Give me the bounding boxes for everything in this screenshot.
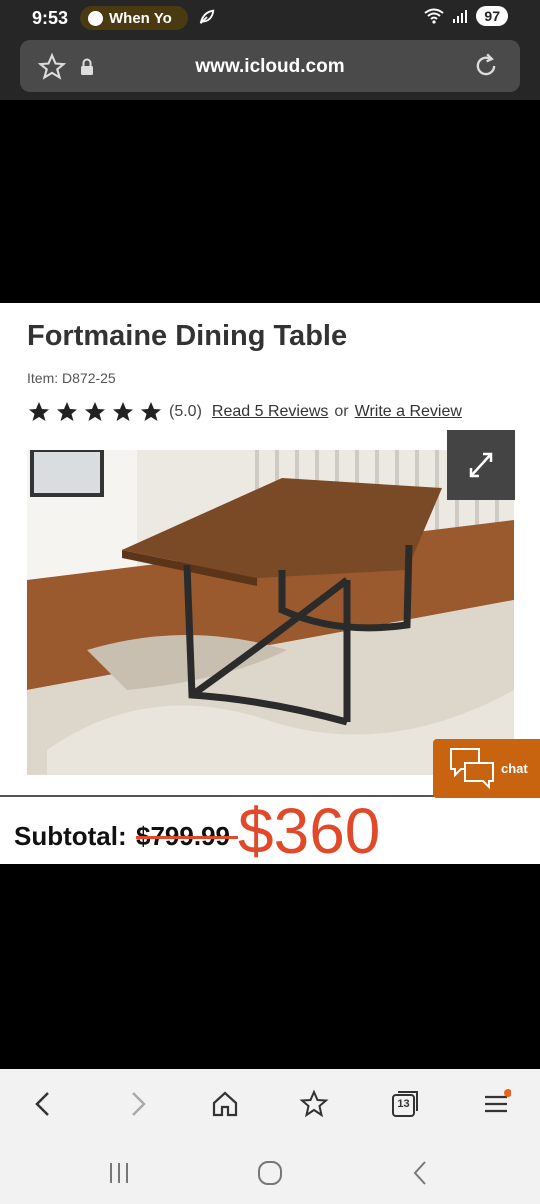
leaf-icon bbox=[199, 9, 215, 24]
home-nav-icon[interactable] bbox=[255, 1158, 285, 1188]
or-text: or bbox=[334, 403, 349, 420]
subtotal-label: Subtotal: bbox=[14, 821, 127, 851]
tabs-count: 13 bbox=[397, 1098, 410, 1110]
product-title: Fortmaine Dining Table bbox=[27, 320, 348, 352]
status-icons: 97 bbox=[424, 6, 508, 26]
clock: 9:53 bbox=[32, 8, 69, 28]
signal-icon bbox=[453, 10, 468, 23]
address-bar[interactable]: www.icloud.com bbox=[20, 40, 520, 92]
recent-apps-icon[interactable] bbox=[104, 1158, 134, 1188]
price-strikethrough bbox=[136, 836, 238, 839]
new-price: $360 bbox=[238, 795, 381, 867]
star-icon bbox=[113, 402, 133, 421]
rating-value: (5.0) bbox=[169, 403, 202, 420]
media-label: When Yo bbox=[109, 9, 172, 27]
wifi-icon bbox=[424, 8, 445, 24]
reload-icon[interactable] bbox=[472, 52, 500, 80]
read-reviews-link[interactable]: Read 5 Reviews bbox=[212, 403, 329, 421]
back-icon[interactable] bbox=[29, 1089, 59, 1119]
item-number: Item: D872-25 bbox=[27, 370, 116, 386]
home-icon[interactable] bbox=[210, 1089, 240, 1119]
spotify-icon bbox=[88, 10, 103, 26]
menu-icon[interactable] bbox=[481, 1089, 511, 1119]
rating-stars bbox=[27, 400, 163, 424]
expand-icon bbox=[469, 452, 493, 478]
product-image[interactable] bbox=[27, 450, 514, 775]
back-nav-icon[interactable] bbox=[406, 1158, 436, 1188]
media-chip[interactable]: When Yo bbox=[80, 6, 188, 30]
expand-image-button[interactable] bbox=[447, 430, 515, 500]
url-text[interactable]: www.icloud.com bbox=[20, 56, 520, 78]
browser-toolbar: www.icloud.com bbox=[0, 36, 540, 100]
write-review-link[interactable]: Write a Review bbox=[355, 403, 462, 421]
star-icon bbox=[141, 402, 161, 421]
tabs-button[interactable]: 13 bbox=[390, 1089, 420, 1119]
forward-icon[interactable] bbox=[122, 1089, 152, 1119]
status-bar: 9:53 When Yo 97 bbox=[0, 0, 540, 36]
star-icon bbox=[57, 402, 77, 421]
chat-label: chat bbox=[501, 761, 528, 776]
bookmarks-icon[interactable] bbox=[299, 1089, 329, 1119]
star-icon bbox=[29, 402, 49, 421]
battery-level: 97 bbox=[476, 6, 508, 26]
star-icon bbox=[85, 402, 105, 421]
rating-row: (5.0) Read 5 Reviews or Write a Review bbox=[27, 400, 462, 424]
chat-bubbles-icon bbox=[450, 748, 494, 790]
chat-button[interactable]: chat bbox=[433, 739, 540, 798]
